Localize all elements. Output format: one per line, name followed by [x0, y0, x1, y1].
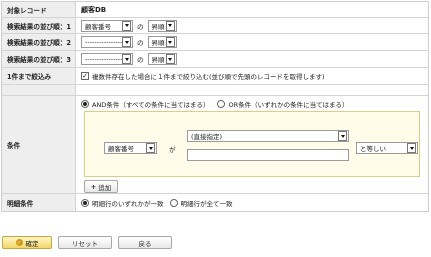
detail-any-label: 明細行のいずれかが一致 — [92, 199, 164, 208]
sort-1-field-select[interactable]: 顧客番号 — [81, 19, 133, 32]
plus-icon: + — [90, 182, 97, 191]
and-option-label: AND条件（すべての条件に当てはまる） — [92, 101, 210, 109]
detail-any-radio[interactable] — [81, 198, 89, 207]
operator-select[interactable]: と等しい — [356, 142, 418, 154]
chevron-down-icon — [338, 131, 347, 141]
sort-2-order-select[interactable]: 昇順 — [147, 36, 177, 48]
detail-controls: 明細行のいずれかが一致 明細行が全て一致 — [76, 194, 428, 211]
narrow-checkbox-text: 複数件存在した場合に１件まで絞り込む(並び順で先頭のレコードを取得します) — [92, 73, 325, 81]
row-target-record: 対象レコード 顧客DB — [2, 2, 428, 18]
sort-2-controls: -------------------- の 昇順 — [76, 34, 428, 50]
chevron-down-icon — [165, 37, 175, 47]
value-type-select[interactable]: (直接指定) — [187, 130, 349, 142]
check-icon: ✓ — [15, 239, 23, 246]
chevron-down-icon — [122, 20, 131, 31]
condition-mode: AND条件（すべての条件に当てはまる） OR条件（いずれかの条件に当てはまる） — [81, 99, 349, 109]
condition-value-input[interactable] — [187, 149, 349, 161]
sort-3-label: 検索結果の並び順：3 — [2, 51, 76, 67]
add-condition-button[interactable]: + 追加 — [84, 180, 118, 193]
row-sort-2: 検索結果の並び順：2 -------------------- の 昇順 — [2, 34, 428, 51]
sort-2-label: 検索結果の並び順：2 — [2, 34, 76, 50]
detail-all-radio[interactable] — [169, 198, 178, 207]
narrow-checkbox[interactable]: ✓ — [81, 72, 89, 80]
sort-3-field-select[interactable]: -------------------- — [81, 53, 133, 65]
sort-3-no-text: の — [137, 56, 144, 64]
chevron-down-icon — [122, 54, 131, 64]
chevron-down-icon — [122, 37, 131, 47]
chevron-down-icon — [165, 20, 175, 31]
target-record-value: 顧客DB — [81, 5, 107, 14]
spacer-value — [76, 85, 428, 95]
confirm-button[interactable]: ✓ 確定 — [2, 236, 52, 249]
or-option-label: OR条件（いずれかの条件に当てはまる） — [228, 101, 349, 109]
condition-label: 条件 — [2, 96, 76, 193]
target-record-label: 対象レコード — [2, 2, 76, 17]
sort-2-field-select[interactable]: -------------------- — [81, 36, 133, 48]
condition-box: 顧客番号 が (直接指定) と等しい — [84, 111, 420, 177]
row-sort-3: 検索結果の並び順：3 -------------------- の 昇順 — [2, 51, 428, 68]
row-sort-1: 検索結果の並び順：1 顧客番号 の 昇順 — [2, 18, 428, 34]
condition-field-select[interactable]: 顧客番号 — [104, 142, 157, 154]
detail-all-label: 明細行が全て一致 — [180, 199, 233, 208]
or-radio[interactable] — [217, 100, 226, 108]
sort-3-controls: -------------------- の 昇順 — [76, 51, 428, 67]
spacer-label — [2, 85, 76, 95]
sort-1-label: 検索結果の並び順：1 — [2, 18, 76, 33]
settings-panel: 対象レコード 顧客DB 検索結果の並び順：1 顧客番号 の 昇順 検索結果の並び… — [1, 1, 429, 212]
back-button[interactable]: 戻る — [118, 236, 172, 249]
chevron-down-icon — [165, 54, 175, 64]
row-detail: 明細条件 明細行のいずれかが一致 明細行が全て一致 — [2, 194, 428, 211]
sort-1-order-select[interactable]: 昇順 — [147, 19, 177, 32]
sort-2-no-text: の — [137, 39, 144, 47]
sort-1-controls: 顧客番号 の 昇順 — [76, 18, 428, 33]
row-narrow: 1件まで絞込み ✓ 複数件存在した場合に１件まで絞り込む(並び順で先頭のレコード… — [2, 68, 428, 85]
chevron-down-icon — [146, 143, 155, 153]
reset-button[interactable]: リセット — [58, 236, 112, 249]
row-spacer — [2, 85, 428, 96]
condition-area: AND条件（すべての条件に当てはまる） OR条件（いずれかの条件に当てはまる） … — [76, 96, 428, 193]
detail-label: 明細条件 — [2, 194, 76, 211]
sort-3-order-select[interactable]: 昇順 — [147, 53, 177, 65]
row-condition: 条件 AND条件（すべての条件に当てはまる） OR条件（いずれかの条件に当てはま… — [2, 96, 428, 194]
chevron-down-icon — [407, 143, 416, 153]
narrow-label: 1件まで絞込み — [2, 68, 76, 84]
and-radio[interactable] — [81, 100, 89, 108]
narrow-controls: ✓ 複数件存在した場合に１件まで絞り込む(並び順で先頭のレコードを取得します) — [76, 68, 428, 84]
sort-1-no-text: の — [137, 22, 144, 31]
ga-text: が — [169, 146, 176, 154]
